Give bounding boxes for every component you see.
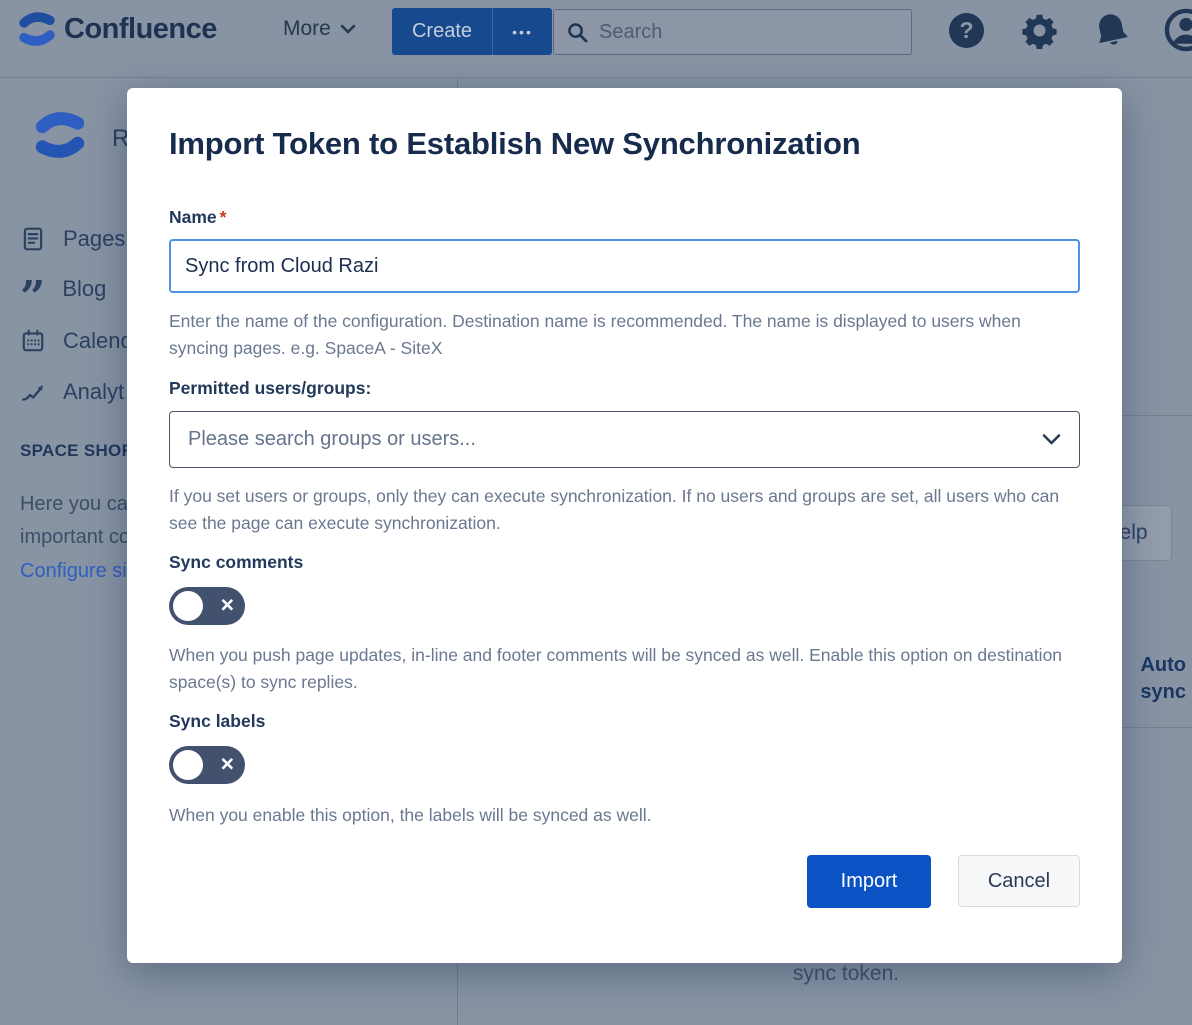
sync-labels-help-text: When you enable this option, the labels …: [169, 802, 1075, 829]
sidebar-item-calendars[interactable]: Calend: [20, 327, 133, 355]
toggle-off-cross-icon: ×: [221, 753, 234, 776]
help-icon[interactable]: ?: [949, 13, 984, 48]
select-placeholder: Please search groups or users...: [188, 428, 1042, 451]
shortcuts-description-line2: important co: [20, 526, 130, 549]
top-nav: Confluence More Create ••• ?: [0, 0, 1192, 78]
confluence-brand[interactable]: Confluence: [18, 10, 217, 48]
sync-comments-help-text: When you push page updates, in-line and …: [169, 642, 1075, 696]
background-sync-token-text: sync token.: [740, 962, 952, 986]
pages-icon: [20, 225, 46, 253]
permitted-users-select[interactable]: Please search groups or users...: [169, 411, 1080, 468]
sidebar-item-blog[interactable]: ” Blog: [20, 276, 106, 302]
space-logo-icon: [34, 107, 86, 163]
avatar[interactable]: [1164, 8, 1192, 52]
required-marker: *: [220, 207, 227, 227]
import-button[interactable]: Import: [807, 855, 931, 908]
configure-sidebar-link[interactable]: Configure sid: [20, 560, 138, 583]
calendar-icon: [20, 327, 46, 355]
modal-title: Import Token to Establish New Synchroniz…: [169, 126, 1080, 162]
sync-comments-toggle[interactable]: ×: [169, 587, 245, 625]
sync-labels-toggle[interactable]: ×: [169, 746, 245, 784]
create-button[interactable]: Create: [392, 8, 492, 55]
toggle-knob: [173, 591, 203, 621]
more-actions-button[interactable]: •••: [493, 8, 552, 55]
name-help-text: Enter the name of the configuration. Des…: [169, 308, 1075, 362]
name-label: Name*: [169, 207, 1080, 228]
cancel-button[interactable]: Cancel: [958, 855, 1080, 907]
user-avatar-icon: [1164, 8, 1192, 52]
confluence-logo-icon: [18, 10, 56, 48]
product-name: Confluence: [64, 13, 217, 46]
space-shortcuts-heading: SPACE SHOR: [20, 441, 134, 461]
sync-comments-label: Sync comments: [169, 552, 1080, 573]
toggle-off-cross-icon: ×: [221, 594, 234, 617]
search-icon: [566, 21, 589, 44]
analytics-icon: [20, 378, 46, 406]
permitted-users-label: Permitted users/groups:: [169, 378, 1080, 399]
toggle-knob: [173, 750, 203, 780]
sync-labels-label: Sync labels: [169, 711, 1080, 732]
sidebar-item-analytics[interactable]: Analyt: [20, 378, 124, 406]
blog-icon: ”: [20, 288, 45, 308]
notifications-bell-icon[interactable]: [1092, 11, 1131, 50]
search-box[interactable]: [553, 9, 912, 55]
shortcuts-description-line1: Here you car: [20, 493, 135, 516]
import-token-modal: Import Token to Establish New Synchroniz…: [127, 88, 1122, 963]
sidebar-item-pages[interactable]: Pages: [20, 225, 125, 253]
chevron-down-icon: [1042, 433, 1061, 446]
permitted-help-text: If you set users or groups, only they ca…: [169, 483, 1075, 537]
search-input[interactable]: [599, 21, 899, 44]
auto-sync-column-header: Auto sync: [1140, 652, 1186, 706]
name-input[interactable]: [169, 239, 1080, 293]
more-menu[interactable]: More: [283, 17, 356, 41]
gear-icon[interactable]: [1021, 12, 1058, 49]
chevron-down-icon: [340, 23, 356, 35]
